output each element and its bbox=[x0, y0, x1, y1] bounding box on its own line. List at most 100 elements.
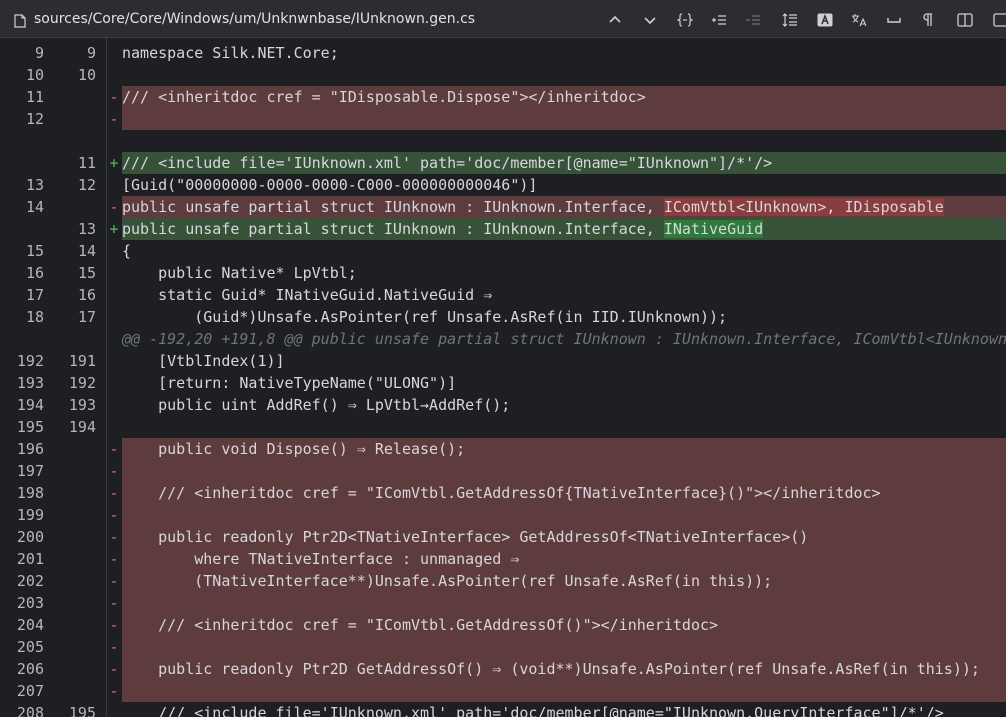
code-segment: { bbox=[122, 242, 132, 260]
code-text[interactable]: public uint AddRef() ⇒ LpVtbl→AddRef(); bbox=[122, 394, 510, 416]
code-text[interactable]: where TNativeInterface : unmanaged ⇒ bbox=[122, 548, 519, 570]
change-marker: - bbox=[109, 528, 119, 546]
code-text[interactable]: /// <include file='IUnknown.xml' path='d… bbox=[122, 152, 772, 174]
diff-line: 13 12 [Guid("00000000-0000-0000-C000-00000… bbox=[0, 174, 1006, 196]
old-line-number: 205 bbox=[16, 638, 44, 656]
new-line-number: 193 bbox=[68, 396, 96, 414]
code-text[interactable]: public Native* LpVtbl; bbox=[122, 262, 357, 284]
new-line-number: 11 bbox=[77, 154, 96, 172]
old-line-number: 202 bbox=[16, 572, 44, 590]
line-background bbox=[122, 64, 1006, 86]
new-line-number: 192 bbox=[68, 374, 96, 392]
line-background bbox=[122, 416, 1006, 438]
code-text[interactable]: public void Dispose() ⇒ Release(); bbox=[122, 438, 465, 460]
diff-line: 9 9 namespace Silk.NET.Core; bbox=[0, 42, 1006, 64]
old-line-number: 16 bbox=[25, 264, 44, 282]
code-segment: /// <inheritdoc cref = "IComVtbl.GetAddr… bbox=[122, 484, 881, 502]
change-marker: - bbox=[109, 506, 119, 524]
diff-editor[interactable]: 9 9 namespace Silk.NET.Core; 10 10 11-/// <in… bbox=[0, 38, 1006, 717]
code-segment: public uint AddRef() ⇒ LpVtbl→AddRef(); bbox=[122, 396, 511, 414]
chevron-up-icon[interactable] bbox=[604, 9, 626, 31]
diff-line: 10 10 bbox=[0, 64, 1006, 86]
letter-a-icon[interactable] bbox=[814, 9, 836, 31]
old-line-number: 196 bbox=[16, 440, 44, 458]
old-line-number: 11 bbox=[25, 88, 44, 106]
diff-line: 17 16 static Guid* INativeGuid.NativeGuid… bbox=[0, 284, 1006, 306]
old-line-number: 207 bbox=[16, 682, 44, 700]
pilcrow-icon[interactable] bbox=[917, 9, 939, 31]
split-view-icon[interactable] bbox=[954, 9, 976, 31]
code-segment: public unsafe partial struct IUnknown : … bbox=[122, 198, 664, 216]
braces-icon[interactable] bbox=[674, 9, 696, 31]
diff-line: 199 - bbox=[0, 504, 1006, 526]
list-remove-icon[interactable] bbox=[742, 9, 764, 31]
diff-line: 200 - public readonly Ptr2D<TNativeInterf… bbox=[0, 526, 1006, 548]
diff-line: 197 - bbox=[0, 460, 1006, 482]
change-marker: - bbox=[109, 440, 119, 458]
new-line-number: 194 bbox=[68, 418, 96, 436]
old-line-number: 199 bbox=[16, 506, 44, 524]
code-segment: public unsafe partial struct IUnknown : … bbox=[122, 220, 664, 238]
file-path: sources/Core/Core/Windows/um/Unknwnbase/… bbox=[34, 11, 476, 27]
code-text[interactable]: [return: NativeTypeName("ULONG")] bbox=[122, 372, 456, 394]
old-line-number: 15 bbox=[25, 242, 44, 260]
code-text[interactable]: /// <inheritdoc cref = "IDisposable.Disp… bbox=[122, 86, 646, 108]
diff-line: 195 194 bbox=[0, 416, 1006, 438]
diff-line: 11 -/// <inheritdoc cref = "IDisposable.D… bbox=[0, 86, 1006, 108]
code-text[interactable]: @@ -192,20 +191,8 @@ public unsafe parti… bbox=[122, 328, 1006, 350]
line-background bbox=[122, 240, 1006, 262]
change-marker: + bbox=[109, 220, 119, 238]
change-marker: - bbox=[109, 198, 119, 216]
diff-line: 15 14 { bbox=[0, 240, 1006, 262]
code-text[interactable]: public unsafe partial struct IUnknown : … bbox=[122, 218, 764, 240]
translate-icon[interactable] bbox=[848, 9, 870, 31]
change-marker: + bbox=[109, 154, 119, 172]
changed-word: INativeGuid bbox=[663, 220, 764, 238]
code-segment: @@ -192,20 +191,8 @@ public unsafe parti… bbox=[122, 330, 1006, 348]
line-background bbox=[122, 130, 1006, 152]
line-background bbox=[122, 680, 1006, 702]
more-icon[interactable] bbox=[990, 9, 1006, 31]
code-text[interactable]: public readonly Ptr2D GetAddressOf() ⇒ (… bbox=[122, 658, 980, 680]
code-text[interactable]: /// <inheritdoc cref = "IComVtbl.GetAddr… bbox=[122, 614, 718, 636]
code-text[interactable]: [VtblIndex(1)] bbox=[122, 350, 284, 372]
change-marker: - bbox=[109, 594, 119, 612]
code-text[interactable]: static Guid* INativeGuid.NativeGuid ⇒ bbox=[122, 284, 492, 306]
whitespace-icon[interactable] bbox=[883, 9, 905, 31]
code-text[interactable]: (TNativeInterface**)Unsafe.AsPointer(ref… bbox=[122, 570, 772, 592]
diff-line: 201 - where TNativeInterface : unmanaged … bbox=[0, 548, 1006, 570]
diff-line: 205 - bbox=[0, 636, 1006, 658]
new-line-number: 17 bbox=[77, 308, 96, 326]
code-text[interactable]: /// <include file='IUnknown.xml' path='d… bbox=[122, 702, 944, 717]
code-text[interactable]: public unsafe partial struct IUnknown : … bbox=[122, 196, 944, 218]
list-insert-icon[interactable] bbox=[708, 9, 730, 31]
line-background bbox=[122, 636, 1006, 658]
diff-line: 206 - public readonly Ptr2D GetAddressOf(… bbox=[0, 658, 1006, 680]
diff-line: 203 - bbox=[0, 592, 1006, 614]
code-segment: /// <inheritdoc cref = "IComVtbl.GetAddr… bbox=[122, 616, 719, 634]
new-line-number: 15 bbox=[77, 264, 96, 282]
old-line-number: 14 bbox=[25, 198, 44, 216]
old-line-number: 9 bbox=[34, 44, 44, 62]
diff-line: 202 - (TNativeInterface**)Unsafe.AsPointe… bbox=[0, 570, 1006, 592]
diff-line: 208 195 /// <include file='IUnknown.xml' … bbox=[0, 702, 1006, 717]
code-segment: public readonly Ptr2D GetAddressOf() ⇒ (… bbox=[122, 660, 980, 678]
diff-line: 198 - /// <inheritdoc cref = "IComVtbl.Ge… bbox=[0, 482, 1006, 504]
chevron-down-icon[interactable] bbox=[639, 9, 661, 31]
new-line-number: 12 bbox=[77, 176, 96, 194]
code-text[interactable]: /// <inheritdoc cref = "IComVtbl.GetAddr… bbox=[122, 482, 881, 504]
code-text[interactable]: namespace Silk.NET.Core; bbox=[122, 42, 339, 64]
old-line-number: 204 bbox=[16, 616, 44, 634]
code-text[interactable]: (Guid*)Unsafe.AsPointer(ref Unsafe.AsRef… bbox=[122, 306, 727, 328]
diff-line: 194 193 public uint AddRef() ⇒ LpVtbl→Add… bbox=[0, 394, 1006, 416]
diff-line: 11 +/// <include file='IUnknown.xml' path… bbox=[0, 152, 1006, 174]
code-text[interactable]: [Guid("00000000-0000-0000-C000-000000000… bbox=[122, 174, 537, 196]
old-line-number: 201 bbox=[16, 550, 44, 568]
line-height-icon[interactable] bbox=[779, 9, 801, 31]
code-text[interactable]: public readonly Ptr2D<TNativeInterface> … bbox=[122, 526, 808, 548]
diff-line: 192 191 [VtblIndex(1)] bbox=[0, 350, 1006, 372]
line-background bbox=[122, 592, 1006, 614]
code-text[interactable]: { bbox=[122, 240, 131, 262]
hunk-header: @@ -192,20 +191,8 @@ public unsafe parti… bbox=[0, 328, 1006, 350]
code-segment: public readonly Ptr2D<TNativeInterface> … bbox=[122, 528, 809, 546]
